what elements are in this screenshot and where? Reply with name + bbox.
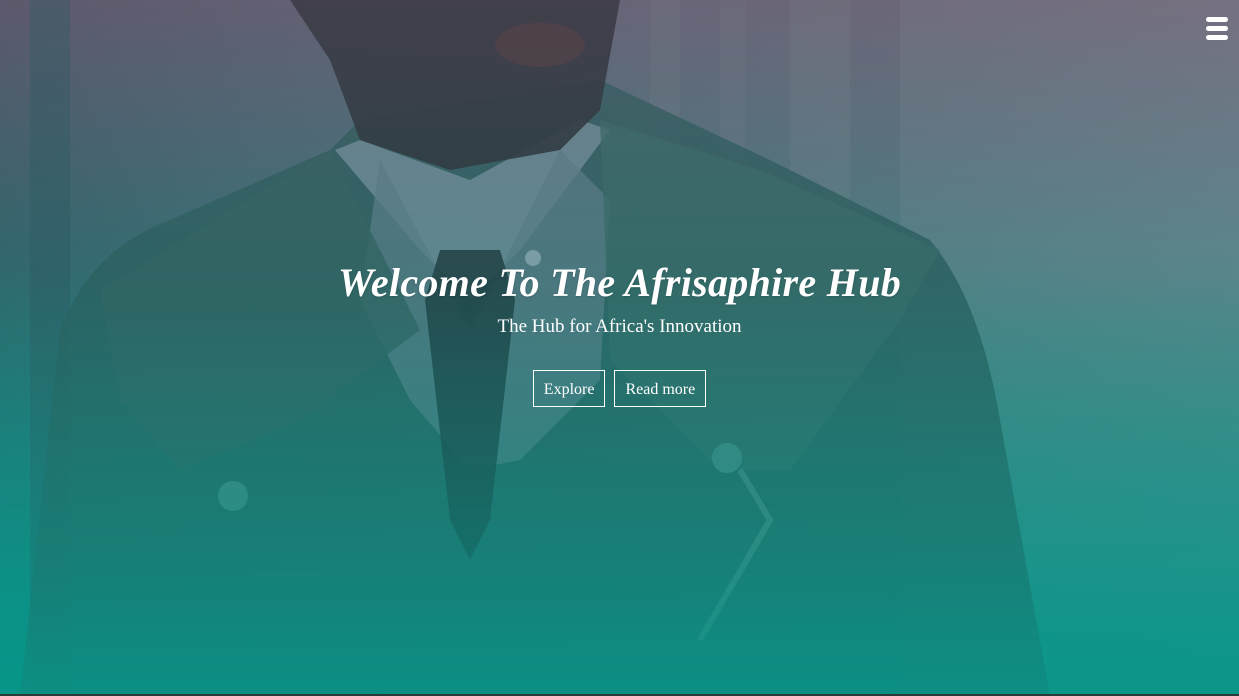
hero-content: Welcome To The Afrisaphire Hub The Hub f… <box>0 256 1239 407</box>
menu-bar-top <box>1206 17 1228 22</box>
read-more-button[interactable]: Read more <box>614 370 707 407</box>
hero-section: Welcome To The Afrisaphire Hub The Hub f… <box>0 0 1239 696</box>
hero-buttons: Explore Read more <box>0 370 1239 407</box>
hamburger-menu-icon[interactable] <box>1206 17 1228 41</box>
hero-subtitle: The Hub for Africa's Innovation <box>497 316 742 337</box>
hero-title: Welcome To The Afrisaphire Hub <box>337 260 902 305</box>
explore-button[interactable]: Explore <box>532 370 606 407</box>
menu-bar-bottom <box>1206 35 1228 40</box>
menu-bar-middle <box>1206 26 1228 31</box>
